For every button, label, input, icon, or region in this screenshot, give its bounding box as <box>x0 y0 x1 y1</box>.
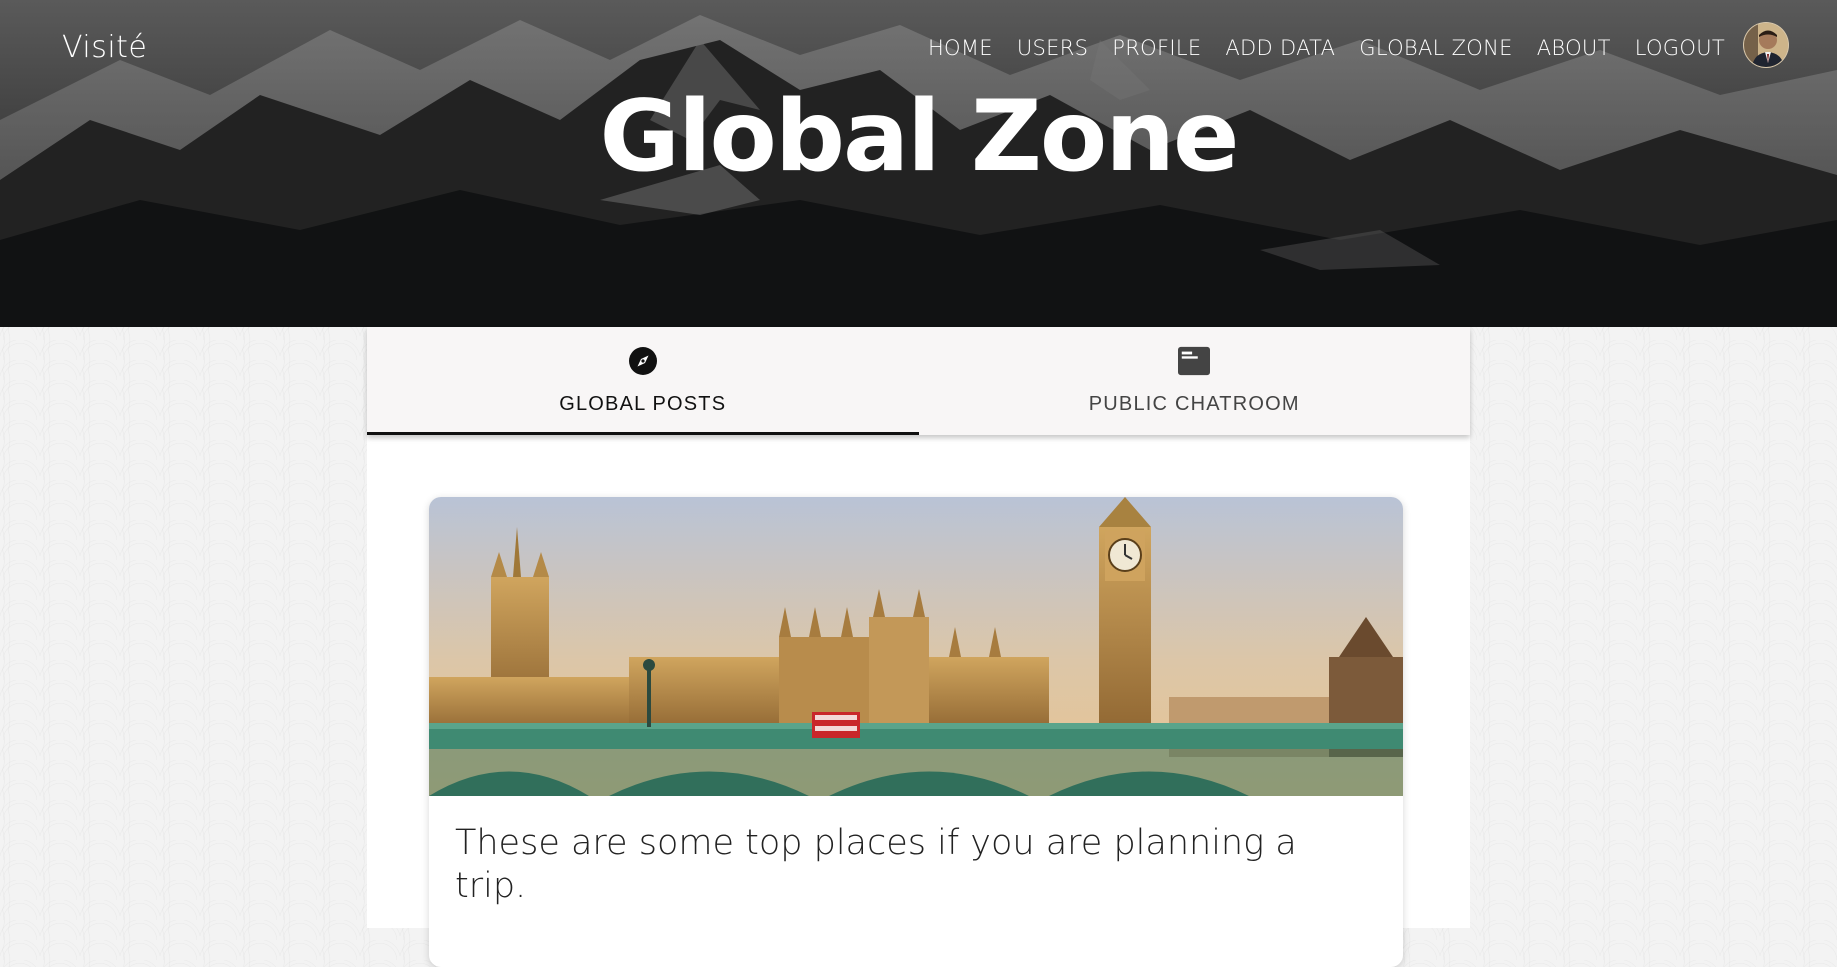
nav-add-data[interactable]: ADD DATA <box>1225 36 1335 60</box>
main-content: GLOBAL POSTS PUBLIC CHATROOM These are s… <box>367 327 1470 967</box>
avatar-image <box>1744 23 1788 67</box>
nav-global-zone[interactable]: GLOBAL ZONE <box>1359 36 1512 60</box>
nav-profile[interactable]: PROFILE <box>1112 36 1201 60</box>
nav-users[interactable]: USERS <box>1017 36 1088 60</box>
tab-global-posts[interactable]: GLOBAL POSTS <box>367 327 919 435</box>
user-avatar[interactable] <box>1743 22 1789 68</box>
main-nav: HOME USERS PROFILE ADD DATA GLOBAL ZONE … <box>928 36 1725 60</box>
tab-public-chatroom-label: PUBLIC CHATROOM <box>1088 393 1300 415</box>
post-image <box>429 497 1403 796</box>
tab-global-posts-label: GLOBAL POSTS <box>559 393 727 415</box>
page-title: Global Zone <box>599 80 1240 194</box>
compass-icon <box>627 345 659 377</box>
nav-home[interactable]: HOME <box>928 36 993 60</box>
chat-icon <box>1178 345 1211 377</box>
tab-bar: GLOBAL POSTS PUBLIC CHATROOM <box>367 327 1470 435</box>
brand-logo[interactable]: Visité <box>62 30 147 65</box>
nav-about[interactable]: ABOUT <box>1537 36 1611 60</box>
tab-public-chatroom[interactable]: PUBLIC CHATROOM <box>919 327 1471 435</box>
post-card[interactable]: These are some top places if you are pla… <box>429 497 1403 967</box>
nav-logout[interactable]: LOGOUT <box>1635 36 1725 60</box>
hero-header: Visité HOME USERS PROFILE ADD DATA GLOBA… <box>0 0 1837 327</box>
post-text: These are some top places if you are pla… <box>455 823 1297 906</box>
